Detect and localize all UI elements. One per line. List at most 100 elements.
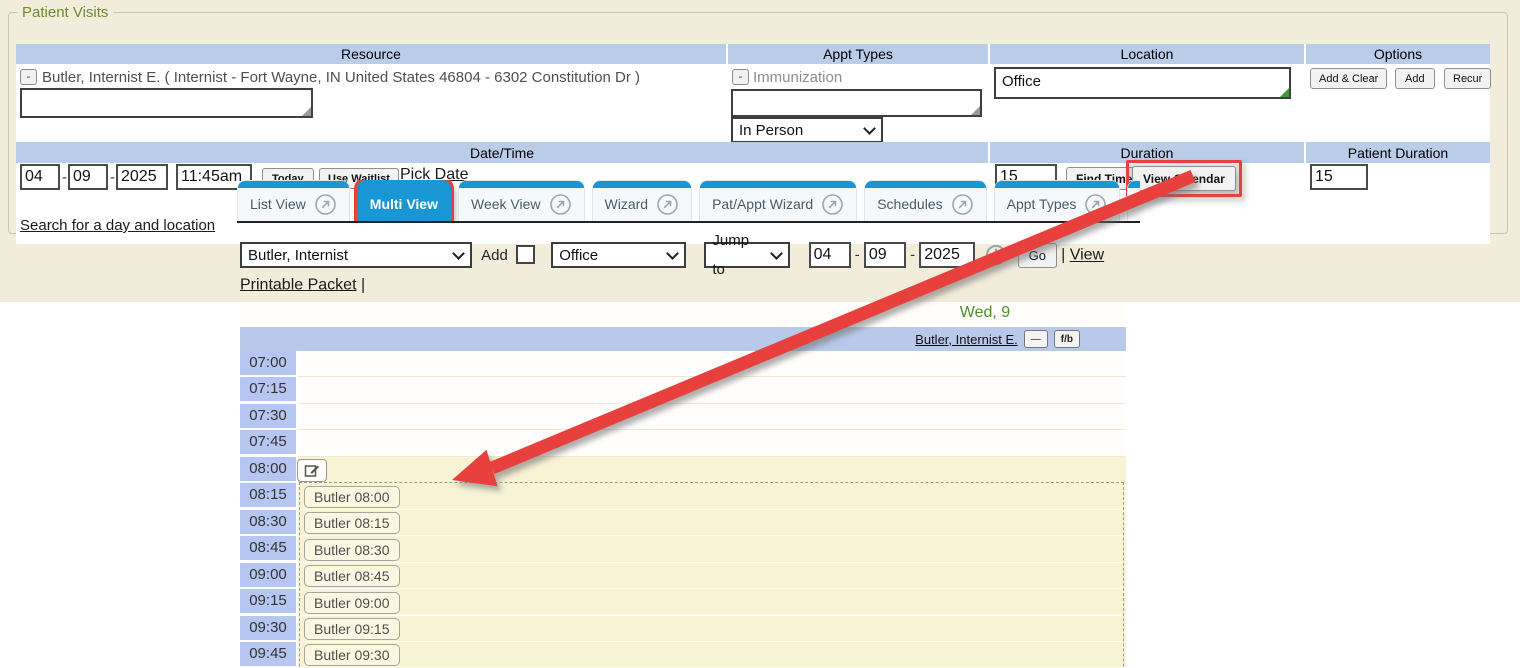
open-view-icon xyxy=(549,193,572,216)
tab-week-view[interactable]: Week View xyxy=(458,180,585,221)
slot-button-butler-09-30[interactable]: Butler 09:30 xyxy=(304,644,400,666)
time-label: 08:45 xyxy=(240,536,296,560)
location-select[interactable]: Office xyxy=(551,242,686,268)
tab-label: Appt Types xyxy=(1007,196,1077,212)
slot-area[interactable] xyxy=(298,457,1126,483)
slot-area[interactable] xyxy=(298,430,1126,456)
clock-icon[interactable] xyxy=(985,244,1007,266)
calendar-panel: Wed, 9 Butler, Internist E. — f/b 07:000… xyxy=(240,302,1126,668)
toolbar-month-input[interactable] xyxy=(809,242,851,268)
appt-type-name: Immunization xyxy=(753,69,842,86)
open-view-icon xyxy=(1084,193,1107,216)
slot-button-butler-09-15[interactable]: Butler 09:15 xyxy=(304,618,400,640)
jump-to-value: Jump to xyxy=(712,226,764,284)
fb-button[interactable]: f/b xyxy=(1054,330,1080,348)
time-label: 09:00 xyxy=(240,563,296,587)
tab-wizard[interactable]: Wizard xyxy=(592,180,693,221)
tab-label: Pat/Appt Wizard xyxy=(712,196,813,212)
recur-button[interactable]: Recur xyxy=(1444,68,1491,89)
time-label: 07:15 xyxy=(240,377,296,401)
slot-area[interactable] xyxy=(298,404,1126,430)
time-label: 07:30 xyxy=(240,404,296,428)
slot-button-butler-08-45[interactable]: Butler 08:45 xyxy=(304,565,400,587)
location-box[interactable]: Office xyxy=(994,67,1291,99)
remove-appt-type-button[interactable]: - xyxy=(732,69,749,85)
month-input[interactable] xyxy=(20,164,60,190)
open-view-icon xyxy=(656,193,679,216)
printable-separator: | xyxy=(1061,247,1070,264)
go-button[interactable]: Go xyxy=(1018,243,1057,268)
calendar-day-header-row: Wed, 9 xyxy=(240,302,1126,327)
slot-area[interactable] xyxy=(298,351,1126,377)
calendar-row-08-00: 08:00 xyxy=(240,457,1126,483)
tab-appt-types[interactable]: Appt Types xyxy=(994,180,1121,221)
appointment-block xyxy=(299,482,1124,668)
collapse-column-button[interactable]: — xyxy=(1024,330,1048,348)
patient-visits-legend: Patient Visits xyxy=(17,4,113,21)
add-resource-checkbox[interactable] xyxy=(516,245,535,264)
view-calendar-button[interactable]: View Calendar xyxy=(1132,166,1236,191)
tab-can[interactable]: Can xyxy=(1127,180,1140,221)
appt-type-search-input[interactable] xyxy=(731,89,982,117)
toolbar-year-input[interactable] xyxy=(919,242,975,268)
calendar-toolbar: Butler, Internist Add Office Jump to - -… xyxy=(240,240,1132,299)
date-separator: - xyxy=(110,169,115,186)
toolbar-day-input[interactable] xyxy=(864,242,906,268)
tab-list-view[interactable]: List View xyxy=(237,180,350,221)
location-value: Office xyxy=(996,69,1289,90)
date-separator: - xyxy=(62,169,67,186)
open-view-icon xyxy=(314,193,337,216)
tab-pat-appt-wizard[interactable]: Pat/Appt Wizard xyxy=(699,180,857,221)
year-input[interactable] xyxy=(116,164,168,190)
location-header: Location xyxy=(990,44,1304,64)
datetime-header: Date/Time xyxy=(16,142,988,163)
chevron-down-icon xyxy=(771,247,784,260)
resource-header: Resource xyxy=(16,44,726,64)
slot-button-butler-08-15[interactable]: Butler 08:15 xyxy=(304,512,400,534)
calendar-provider-header-row: Butler, Internist E. — f/b xyxy=(240,327,1126,351)
tab-label: Multi View xyxy=(370,196,438,212)
resource-search-input[interactable] xyxy=(20,88,313,118)
add-and-clear-button[interactable]: Add & Clear xyxy=(1310,68,1387,89)
calendar-row-07-00: 07:00 xyxy=(240,351,1126,377)
slot-area[interactable] xyxy=(298,377,1126,403)
calendar-row-07-45: 07:45 xyxy=(240,430,1126,456)
view-calendar-highlight-box: View Calendar xyxy=(1126,160,1242,197)
view-tabs-strip: List View Multi View Week View Wizard Pat/Ap… xyxy=(237,180,1140,223)
time-label: 07:00 xyxy=(240,351,296,375)
provider-select-value: Butler, Internist xyxy=(248,241,348,270)
open-view-icon xyxy=(951,193,974,216)
edit-icon xyxy=(304,463,321,478)
tab-label: Schedules xyxy=(877,196,942,212)
time-label: 09:30 xyxy=(240,616,296,640)
remove-resource-button[interactable]: - xyxy=(20,69,37,85)
patient-duration-input[interactable] xyxy=(1310,164,1368,190)
page: Patient Visits Resource Appt Types Locat… xyxy=(0,0,1520,668)
printable-separator: | xyxy=(357,276,366,293)
appt-mode-value: In Person xyxy=(739,122,803,139)
chevron-down-icon xyxy=(666,247,679,260)
provider-select[interactable]: Butler, Internist xyxy=(240,242,472,268)
time-label: 08:15 xyxy=(240,483,296,507)
provider-column-link[interactable]: Butler, Internist E. xyxy=(915,332,1018,347)
resource-name: Butler, Internist E. ( Internist - Fort … xyxy=(42,69,640,86)
tab-multi-view[interactable]: Multi View xyxy=(357,180,451,221)
search-day-location-link[interactable]: Search for a day and location xyxy=(20,217,215,234)
add-button[interactable]: Add xyxy=(1395,68,1435,89)
time-label: 08:00 xyxy=(240,457,296,481)
jump-to-select[interactable]: Jump to xyxy=(704,242,790,268)
time-label: 07:45 xyxy=(240,430,296,454)
add-resource-label: Add xyxy=(481,247,508,264)
tab-label: List View xyxy=(250,196,306,212)
time-label: 08:30 xyxy=(240,510,296,534)
slot-button-butler-08-00[interactable]: Butler 08:00 xyxy=(304,486,400,508)
location-select-value: Office xyxy=(559,241,598,270)
tab-label: Wizard xyxy=(605,196,649,212)
day-input[interactable] xyxy=(68,164,108,190)
slot-button-butler-08-30[interactable]: Butler 08:30 xyxy=(304,539,400,561)
edit-appointment-button[interactable] xyxy=(297,459,327,482)
appt-mode-select[interactable]: In Person xyxy=(731,117,883,143)
slot-button-butler-09-00[interactable]: Butler 09:00 xyxy=(304,592,400,614)
date-separator: - xyxy=(855,247,860,264)
tab-schedules[interactable]: Schedules xyxy=(864,180,986,221)
